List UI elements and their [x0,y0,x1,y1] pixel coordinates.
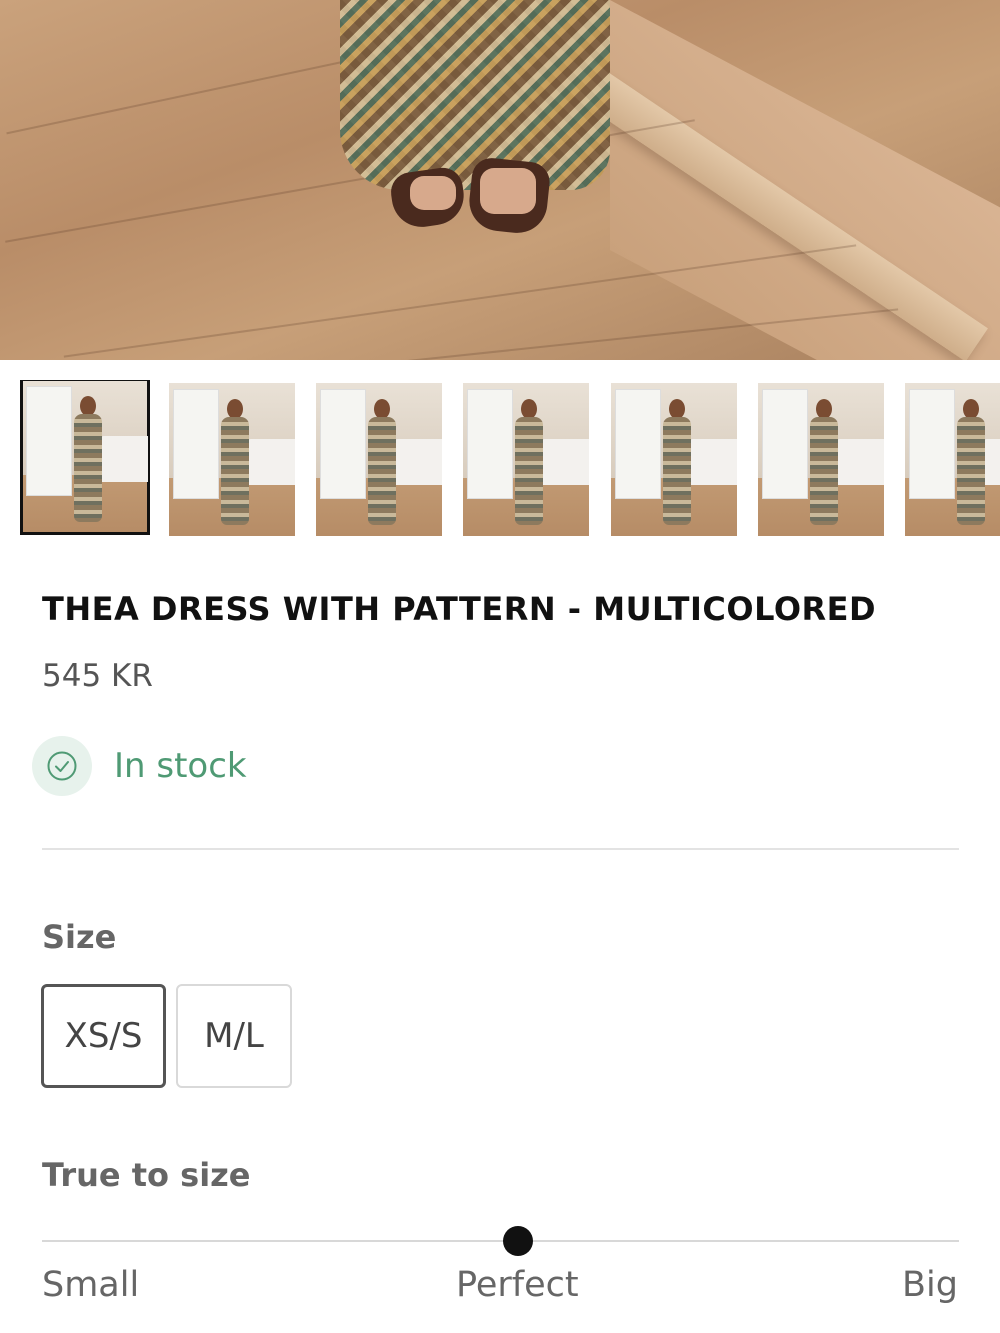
size-heading: Size [42,918,117,956]
hero-foot-left [410,176,456,210]
thumbnail-1[interactable] [20,380,150,535]
fit-scale-marker [502,1226,533,1256]
product-price: 545 KR [42,658,153,694]
thumb-figure-dress [221,417,249,525]
thumb-door [320,389,366,499]
thumb-figure-head [374,399,390,419]
thumb-door [173,389,219,499]
thumbnail-3[interactable] [316,383,442,536]
thumb-bed [983,439,1000,485]
check-circle-icon [32,736,92,796]
fit-label-small: Small [42,1265,140,1305]
size-option-m-l[interactable]: M/L [176,984,292,1088]
main-product-image[interactable] [0,0,1000,360]
thumb-figure-dress [810,417,838,525]
product-page: THEA DRESS WITH PATTERN - MULTICOLORED 5… [0,0,1000,1333]
thumb-bed [836,439,884,485]
fit-label-big: Big [902,1265,958,1305]
thumb-figure-dress [663,417,691,525]
thumb-door [467,389,513,499]
thumb-figure-dress [368,417,396,525]
product-title: THEA DRESS WITH PATTERN - MULTICOLORED [42,590,877,628]
divider [42,848,959,850]
hero-dress-hem [340,0,610,190]
hero-foot-right [480,168,536,214]
fit-heading: True to size [42,1156,251,1194]
thumb-bed [100,436,148,482]
thumb-figure-head [816,399,832,419]
thumb-bed [247,439,295,485]
thumbnail-7[interactable] [905,383,1000,536]
thumb-door [615,389,661,499]
thumb-figure-dress [957,417,985,525]
thumbnail-strip [0,380,1000,540]
stock-label: In stock [114,746,247,786]
thumb-figure-head [963,399,979,419]
thumb-figure-dress [74,414,102,522]
thumb-bed [394,439,442,485]
thumb-figure-dress [515,417,543,525]
fit-scale-track [42,1240,959,1242]
fit-label-perfect: Perfect [456,1265,579,1305]
thumb-door [26,386,72,496]
thumb-bed [541,439,589,485]
thumb-figure-head [669,399,685,419]
thumbnail-4[interactable] [463,383,589,536]
thumb-figure-head [521,399,537,419]
thumb-door [909,389,955,499]
thumb-door [762,389,808,499]
thumbnail-6[interactable] [758,383,884,536]
thumbnail-5[interactable] [611,383,737,536]
thumbnail-2[interactable] [169,383,295,536]
size-option-xs-s[interactable]: XS/S [41,984,166,1088]
stock-status: In stock [32,735,247,797]
thumb-bed [689,439,737,485]
thumb-figure-head [80,396,96,416]
thumb-figure-head [227,399,243,419]
